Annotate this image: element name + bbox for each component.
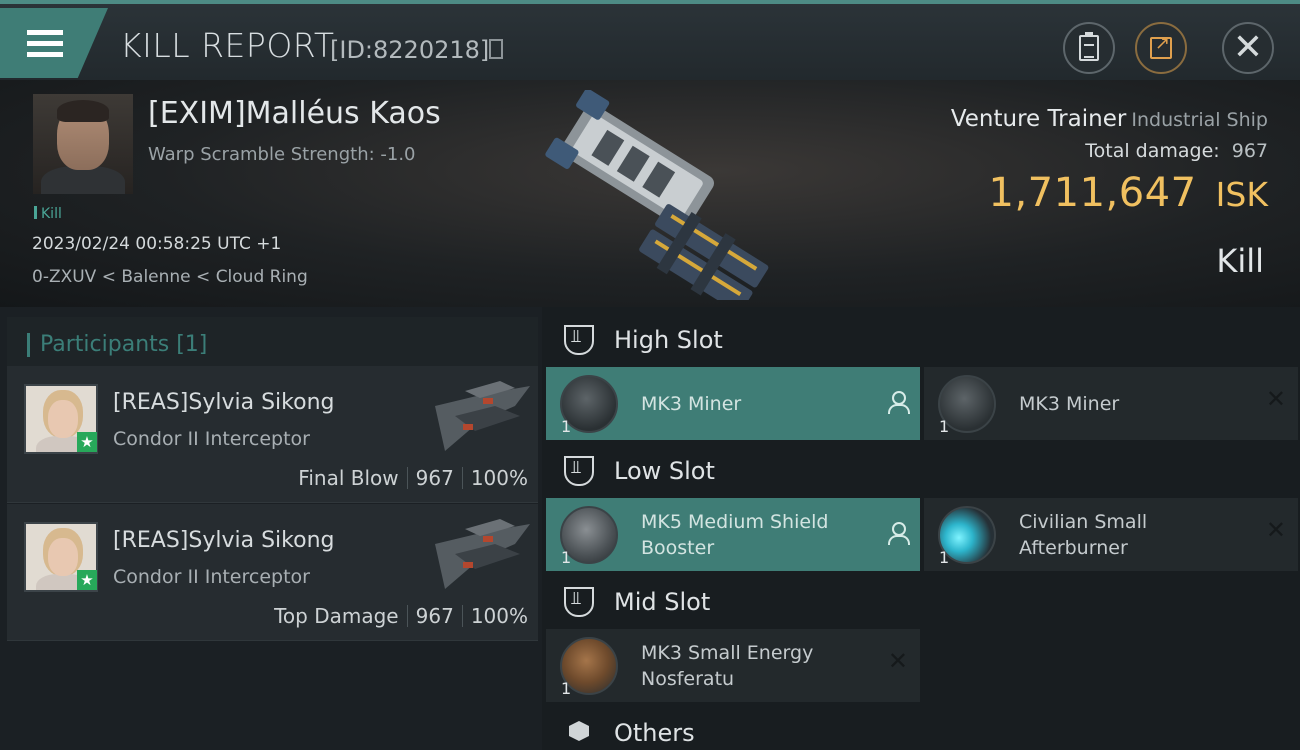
isk-value-line: 1,711,647 ISK <box>900 170 1269 216</box>
participant-role: Final Blow <box>298 466 399 490</box>
copy-icon[interactable] <box>489 39 503 59</box>
participant-name[interactable]: [REAS]Sylvia Sikong <box>113 390 334 415</box>
module-quantity: 1 <box>561 679 572 698</box>
hamburger-icon <box>27 30 63 60</box>
clipboard-button[interactable] <box>1063 22 1115 74</box>
module-quantity: 1 <box>939 417 950 436</box>
high-slot-icon <box>564 325 594 355</box>
module-item[interactable]: 1 MK3 Miner ✕ <box>924 367 1298 440</box>
participant-damage: 967 <box>415 604 454 628</box>
victim-ship-name[interactable]: Venture Trainer <box>951 106 1126 132</box>
mid-slot-icon <box>564 587 594 617</box>
participant-percent: 100% <box>470 604 528 628</box>
total-damage: Total damage: 967 <box>900 140 1268 162</box>
share-icon <box>1150 33 1172 59</box>
participants-header[interactable]: Participants [1] <box>7 317 538 372</box>
module-name: MK3 Miner <box>1019 392 1120 415</box>
low-slot-label: Low Slot <box>614 457 715 485</box>
participant-ship-image[interactable] <box>425 514 535 604</box>
module-item[interactable]: 1 MK5 Medium Shield Booster <box>546 498 920 571</box>
total-damage-label: Total damage: <box>1085 140 1220 162</box>
module-item[interactable]: 1 MK3 Small Energy Nosferatu ✕ <box>546 629 920 702</box>
participant-ship: Condor II Interceptor <box>113 566 310 588</box>
module-item[interactable]: 1 MK3 Miner <box>546 367 920 440</box>
victim-portrait[interactable] <box>33 94 133 194</box>
low-slot-icon <box>564 456 594 486</box>
module-item[interactable]: 1 Civilian Small Afterburner ✕ <box>924 498 1298 571</box>
module-name: MK3 Small Energy Nosferatu <box>641 641 814 690</box>
share-button[interactable] <box>1135 22 1187 74</box>
module-name: MK5 Medium Shield Booster <box>641 510 829 559</box>
star-icon: ★ <box>77 432 97 452</box>
destroyed-x-icon: ✕ <box>1265 385 1286 413</box>
low-slot-header: Low Slot <box>542 442 1300 500</box>
participant-card[interactable]: ★ [REAS]Sylvia Sikong Condor II Intercep… <box>7 504 538 641</box>
destroyed-x-icon: ✕ <box>887 647 908 675</box>
person-icon <box>888 391 910 414</box>
participant-damage: 967 <box>415 466 454 490</box>
participant-stats: Top Damage 967 100% <box>274 604 528 628</box>
module-name: MK3 Miner <box>641 392 742 415</box>
close-icon: ✕ <box>1232 27 1264 68</box>
clipboard-icon <box>1079 32 1099 61</box>
total-damage-value: 967 <box>1231 140 1268 162</box>
module-quantity: 1 <box>561 548 572 567</box>
person-icon <box>888 522 910 545</box>
victim-ship-line: Venture Trainer Industrial Ship <box>943 106 1268 132</box>
close-button[interactable]: ✕ <box>1222 22 1274 74</box>
others-header: Others <box>542 704 1300 750</box>
participant-card[interactable]: ★ [REAS]Sylvia Sikong Condor II Intercep… <box>7 366 538 503</box>
isk-unit: ISK <box>1215 175 1268 214</box>
star-icon: ★ <box>77 570 97 590</box>
module-quantity: 1 <box>561 417 572 436</box>
high-slot-label: High Slot <box>614 326 723 354</box>
participants-panel: Participants [1] ★ [REAS]Sylvia Sikong C… <box>0 307 542 750</box>
report-id: [ID:8220218] <box>330 36 490 64</box>
participant-ship-image[interactable] <box>425 376 535 466</box>
participant-percent: 100% <box>470 466 528 490</box>
mid-slot-label: Mid Slot <box>614 588 711 616</box>
participant-role: Top Damage <box>274 604 399 628</box>
module-name: Civilian Small Afterburner <box>1019 510 1148 559</box>
page-title: KILL REPORT <box>120 26 335 65</box>
warp-scramble-strength: Warp Scramble Strength: -1.0 <box>148 144 416 165</box>
high-slot-header: High Slot <box>542 311 1300 369</box>
kill-time: 2023/02/24 00:58:25 UTC +1 <box>32 234 282 254</box>
others-label: Others <box>614 719 695 747</box>
cube-icon <box>564 718 594 748</box>
victim-ship-image[interactable] <box>520 90 790 300</box>
victim-name[interactable]: [EXIM]Malléus Kaos <box>148 96 441 131</box>
participant-stats: Final Blow 967 100% <box>298 466 528 490</box>
kill-tag: Kill <box>34 206 62 222</box>
victim-ship-class: Industrial Ship <box>1131 109 1268 131</box>
mid-slot-header: Mid Slot <box>542 573 1300 631</box>
module-quantity: 1 <box>939 548 950 567</box>
participant-name[interactable]: [REAS]Sylvia Sikong <box>113 528 334 553</box>
isk-value: 1,711,647 <box>988 170 1197 216</box>
kill-location[interactable]: 0-ZXUV < Balenne < Cloud Ring <box>32 267 308 287</box>
destroyed-x-icon: ✕ <box>1265 516 1286 544</box>
menu-button[interactable] <box>0 8 108 78</box>
fitting-panel: High Slot 1 MK3 Miner 1 MK3 Miner ✕ Low … <box>542 307 1300 750</box>
participant-ship: Condor II Interceptor <box>113 428 310 450</box>
result-label: Kill <box>1216 242 1264 280</box>
top-bar: KILL REPORT [ID:8220218] ✕ <box>0 0 1300 80</box>
